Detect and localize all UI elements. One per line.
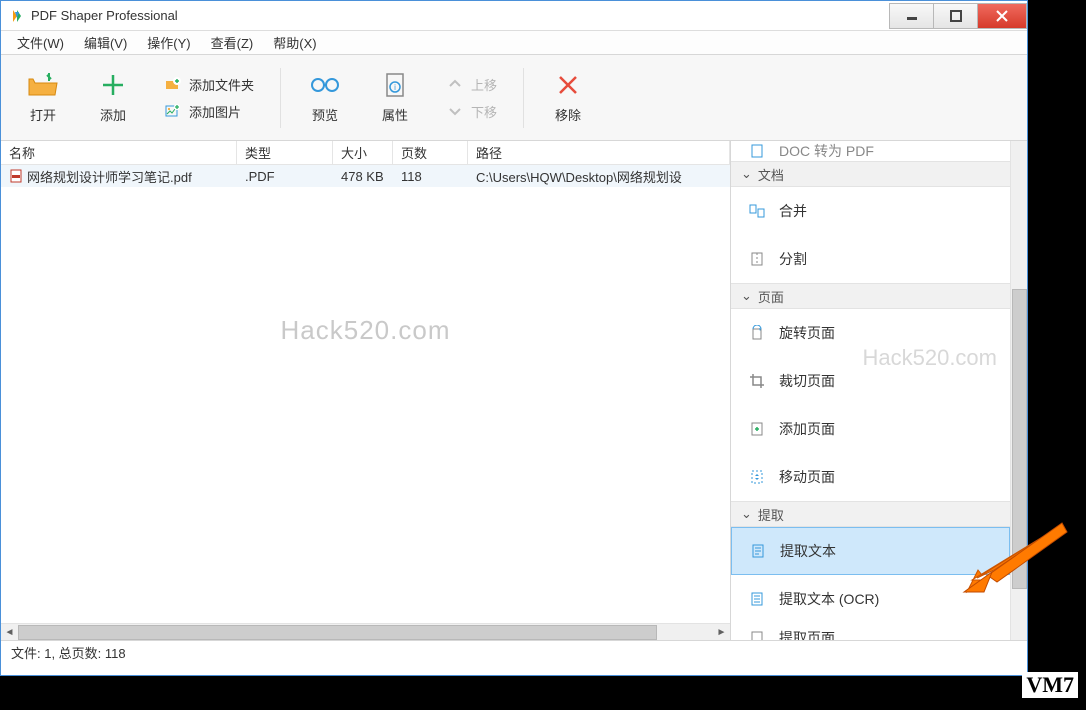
menu-help[interactable]: 帮助(X) <box>263 31 326 54</box>
chevron-up-icon <box>447 76 463 92</box>
separator <box>523 68 524 128</box>
text-icon <box>750 543 766 559</box>
maximize-button[interactable] <box>933 3 978 29</box>
scroll-thumb[interactable] <box>18 625 657 640</box>
file-list: 名称 类型 大小 页数 路径 网络规划设计师学习笔记.pdf .PDF 478 … <box>1 141 731 640</box>
extract-page-icon <box>749 630 765 640</box>
ocr-icon <box>749 591 765 607</box>
add-image-label: 添加图片 <box>189 102 241 121</box>
vm-label: VM7 <box>1022 672 1078 698</box>
move-up-label: 上移 <box>471 75 497 94</box>
add-label: 添加 <box>100 105 126 124</box>
image-plus-icon <box>165 103 181 119</box>
move-up-button[interactable]: 上移 <box>447 75 497 94</box>
minimize-button[interactable] <box>889 3 934 29</box>
add-button[interactable]: 添加 <box>83 71 143 124</box>
col-path[interactable]: 路径 <box>468 141 730 164</box>
side-doc-to-pdf[interactable]: DOC 转为 PDF <box>731 141 1010 161</box>
file-rows: 网络规划设计师学习笔记.pdf .PDF 478 KB 118 C:\Users… <box>1 165 730 623</box>
move-down-label: 下移 <box>471 102 497 121</box>
plus-icon <box>97 71 129 99</box>
watermark: Hack520.com <box>281 315 451 346</box>
svg-text:i: i <box>394 83 396 92</box>
scroll-right-arrow[interactable]: ► <box>713 624 730 641</box>
window-controls <box>890 3 1027 29</box>
file-type: .PDF <box>237 165 333 187</box>
group-extract[interactable]: ⌄ 提取 <box>731 501 1010 527</box>
status-text: 文件: 1, 总页数: 118 <box>11 643 126 662</box>
merge-icon <box>749 203 765 219</box>
close-button[interactable] <box>977 3 1027 29</box>
menu-file[interactable]: 文件(W) <box>7 31 74 54</box>
collapse-icon: ⌄ <box>741 166 752 182</box>
side-extract-page[interactable]: 提取页面 <box>731 623 1010 640</box>
collapse-icon: ⌄ <box>741 506 752 522</box>
file-pages: 118 <box>393 165 468 187</box>
side-panel: DOC 转为 PDF ⌄ 文档 合并 分割 ⌄ 页面 <box>731 141 1027 640</box>
menu-view[interactable]: 查看(Z) <box>201 31 264 54</box>
col-type[interactable]: 类型 <box>237 141 333 164</box>
scroll-track[interactable] <box>18 624 713 641</box>
folder-open-icon <box>27 71 59 99</box>
toolbar: 打开 添加 添加文件夹 添加图片 预览 <box>1 55 1027 141</box>
vertical-scrollbar[interactable] <box>1010 141 1027 640</box>
window-title: PDF Shaper Professional <box>31 8 890 23</box>
column-headers: 名称 类型 大小 页数 路径 <box>1 141 730 165</box>
col-name[interactable]: 名称 <box>1 141 237 164</box>
crop-icon <box>749 373 765 389</box>
folder-plus-icon <box>165 76 181 92</box>
remove-button[interactable]: 移除 <box>538 71 598 124</box>
rotate-icon <box>749 325 765 341</box>
side-extract-text[interactable]: 提取文本 <box>731 527 1010 575</box>
side-merge[interactable]: 合并 <box>731 187 1010 235</box>
file-row[interactable]: 网络规划设计师学习笔记.pdf .PDF 478 KB 118 C:\Users… <box>1 165 730 187</box>
menu-edit[interactable]: 编辑(V) <box>74 31 137 54</box>
app-icon <box>9 8 25 24</box>
menu-action[interactable]: 操作(Y) <box>137 31 200 54</box>
scroll-thumb[interactable] <box>1012 289 1027 589</box>
x-icon <box>552 71 584 99</box>
separator <box>280 68 281 128</box>
scroll-left-arrow[interactable]: ◄ <box>1 624 18 641</box>
add-image-button[interactable]: 添加图片 <box>165 102 254 121</box>
side-split[interactable]: 分割 <box>731 235 1010 283</box>
side-crop[interactable]: 裁切页面 <box>731 357 1010 405</box>
add-folder-label: 添加文件夹 <box>189 75 254 94</box>
doc-icon <box>749 143 765 159</box>
side-extract-text-ocr[interactable]: 提取文本 (OCR) <box>731 575 1010 623</box>
side-rotate[interactable]: 旋转页面 <box>731 309 1010 357</box>
file-path: C:\Users\HQW\Desktop\网络规划设 <box>468 165 730 187</box>
app-window: PDF Shaper Professional 文件(W) 编辑(V) 操作(Y… <box>0 0 1028 676</box>
properties-button[interactable]: i 属性 <box>365 71 425 124</box>
collapse-icon: ⌄ <box>741 288 752 304</box>
split-icon <box>749 251 765 267</box>
glasses-icon <box>309 71 341 99</box>
status-bar: 文件: 1, 总页数: 118 <box>1 640 1027 664</box>
titlebar: PDF Shaper Professional <box>1 1 1027 31</box>
chevron-down-icon <box>447 103 463 119</box>
move-page-icon <box>749 469 765 485</box>
properties-label: 属性 <box>382 105 408 124</box>
remove-label: 移除 <box>555 105 581 124</box>
add-page-icon <box>749 421 765 437</box>
pdf-icon <box>9 169 23 183</box>
file-size: 478 KB <box>333 165 393 187</box>
preview-label: 预览 <box>312 105 338 124</box>
add-folder-button[interactable]: 添加文件夹 <box>165 75 254 94</box>
side-add-page[interactable]: 添加页面 <box>731 405 1010 453</box>
side-move-page[interactable]: 移动页面 <box>731 453 1010 501</box>
file-name: 网络规划设计师学习笔记.pdf <box>27 167 192 186</box>
group-page[interactable]: ⌄ 页面 <box>731 283 1010 309</box>
menubar: 文件(W) 编辑(V) 操作(Y) 查看(Z) 帮助(X) <box>1 31 1027 55</box>
preview-button[interactable]: 预览 <box>295 71 355 124</box>
move-down-button[interactable]: 下移 <box>447 102 497 121</box>
open-label: 打开 <box>30 105 56 124</box>
col-pages[interactable]: 页数 <box>393 141 468 164</box>
col-size[interactable]: 大小 <box>333 141 393 164</box>
info-page-icon: i <box>379 71 411 99</box>
horizontal-scrollbar[interactable]: ◄ ► <box>1 623 730 640</box>
open-button[interactable]: 打开 <box>13 71 73 124</box>
group-document[interactable]: ⌄ 文档 <box>731 161 1010 187</box>
